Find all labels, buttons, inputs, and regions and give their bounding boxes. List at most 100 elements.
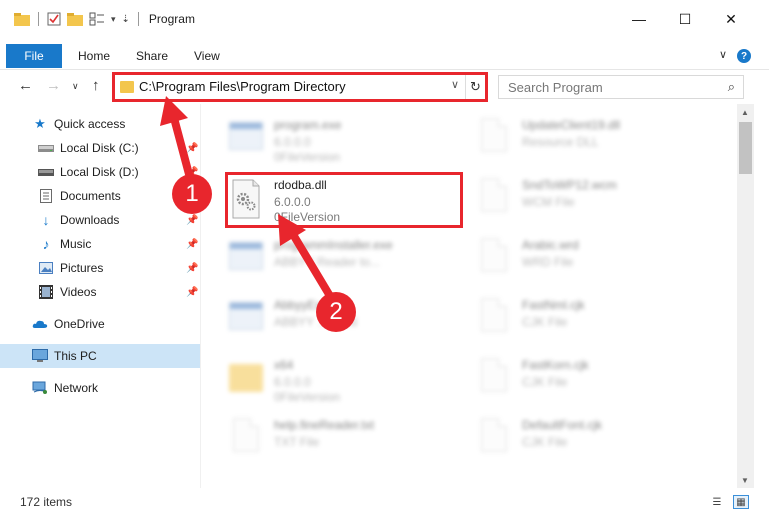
folder-icon xyxy=(229,358,263,400)
file-name: FastNml.cjk xyxy=(522,298,585,312)
file-description: Resource DLL xyxy=(522,135,599,149)
sidebar-item-this-pc[interactable]: This PC xyxy=(0,344,200,368)
window-title: Program xyxy=(148,12,195,26)
maximize-button[interactable]: ☐ xyxy=(662,0,708,38)
view-options-icon[interactable] xyxy=(89,12,105,26)
file-description: 0FileVersion xyxy=(274,210,341,224)
file-name: help.fineReader.txt xyxy=(274,418,375,432)
file-description: TXT File xyxy=(274,435,320,449)
file-name: UpdateClient19.dll xyxy=(522,118,621,132)
file-item[interactable]: FastKorn.cjk CJK File xyxy=(449,350,689,406)
videos-icon xyxy=(38,285,54,299)
sidebar-item-local-disk-c[interactable]: Local Disk (C:) 📌 xyxy=(0,136,200,160)
pin-icon[interactable]: 📌 xyxy=(186,215,198,226)
forward-arrow-icon[interactable]: → xyxy=(46,77,61,94)
ribbon-collapse-icon[interactable]: ∨ xyxy=(719,48,727,61)
pin-icon[interactable]: 📌 xyxy=(186,263,198,274)
file-item[interactable]: Arabic.wrd WRD File xyxy=(449,230,689,286)
pin-icon[interactable]: 📌 xyxy=(186,143,198,154)
file-item[interactable]: FastNml.cjk CJK File xyxy=(449,290,689,346)
file-item[interactable]: SndToWP12.wcm WCM File xyxy=(449,170,689,226)
tab-view[interactable]: View xyxy=(194,44,220,68)
exe-file-icon xyxy=(229,238,263,280)
file-icon xyxy=(477,118,511,160)
chevron-down-icon[interactable]: ∨ xyxy=(451,78,459,91)
close-icon: ✕ xyxy=(725,10,737,27)
file-item[interactable]: program.exe 6.0.0.0 0FileVersion xyxy=(201,110,441,166)
drive-icon xyxy=(38,141,54,155)
sidebar-item-music[interactable]: ♪ Music 📌 xyxy=(0,232,200,256)
sidebar-item-network[interactable]: Network xyxy=(0,376,200,400)
tab-share[interactable]: Share xyxy=(136,44,168,68)
search-input[interactable] xyxy=(508,77,718,97)
up-arrow-icon[interactable]: ↑ xyxy=(92,77,100,94)
back-arrow-icon[interactable]: ← xyxy=(18,77,33,94)
file-name: program.exe xyxy=(274,118,342,132)
address-path[interactable]: C:\Program Files\Program Directory xyxy=(139,79,346,94)
vertical-scrollbar[interactable]: ▲ ▼ xyxy=(737,104,754,488)
recent-locations-chevron-icon[interactable]: ∨ xyxy=(72,81,79,92)
tab-home[interactable]: Home xyxy=(78,44,110,68)
file-list: program.exe 6.0.0.0 0FileVersion rdodba.… xyxy=(201,104,737,488)
pin-icon[interactable]: 📌 xyxy=(186,287,198,298)
navigation-pane: ★ Quick access Local Disk (C:) 📌 Local D… xyxy=(0,104,200,488)
title-bar: ▾ ⇣ Program — ☐ ✕ xyxy=(0,0,769,38)
file-item[interactable]: DefaultFont.cjk CJK File xyxy=(449,410,689,466)
minimize-button[interactable]: — xyxy=(616,0,662,38)
sidebar-item-label: Local Disk (D:) xyxy=(60,165,139,179)
chevron-down-icon[interactable]: ▾ xyxy=(111,14,116,25)
file-description: CJK File xyxy=(522,315,568,329)
sidebar-item-label: Documents xyxy=(60,189,121,203)
file-name: FastKorn.cjk xyxy=(522,358,589,372)
scroll-down-icon[interactable]: ▼ xyxy=(741,476,749,485)
toolbar-separator xyxy=(38,12,39,26)
file-icon xyxy=(477,298,511,340)
network-icon xyxy=(32,381,48,395)
file-item[interactable]: UpdateClient19.dll Resource DLL xyxy=(449,110,689,166)
sidebar-item-downloads[interactable]: ↓ Downloads 📌 xyxy=(0,208,200,232)
download-icon: ↓ xyxy=(42,212,50,228)
file-name: x64 xyxy=(274,358,294,372)
address-bar[interactable]: C:\Program Files\Program Directory ∨ ↻ xyxy=(112,72,488,102)
file-item[interactable]: programmInstaller.exe ABBYY Reader to... xyxy=(201,230,441,286)
documents-icon xyxy=(38,189,54,203)
folder-item[interactable]: x64 6.0.0.0 0FileVersion xyxy=(201,350,441,406)
sidebar-item-pictures[interactable]: Pictures 📌 xyxy=(0,256,200,280)
ribbon: File Home Share View ∨ ? xyxy=(0,38,769,70)
file-name: SndToWP12.wcm xyxy=(522,178,617,192)
search-box[interactable]: ⌕ xyxy=(498,75,744,99)
file-name: rdodba.dll xyxy=(274,178,327,192)
new-folder-icon[interactable] xyxy=(67,12,83,26)
help-icon[interactable]: ? xyxy=(737,49,751,63)
file-icon xyxy=(477,358,511,400)
folder-icon xyxy=(120,81,134,93)
close-button[interactable]: ✕ xyxy=(708,0,754,38)
file-description: CJK File xyxy=(522,375,568,389)
maximize-icon: ☐ xyxy=(678,10,692,27)
tab-file[interactable]: File xyxy=(6,44,62,68)
search-icon[interactable]: ⌕ xyxy=(728,79,735,95)
sidebar-item-quick-access[interactable]: ★ Quick access xyxy=(0,112,200,136)
status-bar: 172 items ☰ ▦ xyxy=(0,488,769,522)
pin-icon[interactable]: 📌 xyxy=(186,239,198,250)
drive-icon xyxy=(38,165,54,179)
file-name: Arabic.wrd xyxy=(522,238,579,252)
file-version: 6.0.0.0 xyxy=(274,375,311,389)
folder-icon xyxy=(14,13,30,26)
star-icon: ★ xyxy=(34,116,46,131)
sidebar-item-label: Local Disk (C:) xyxy=(60,141,139,155)
refresh-icon[interactable]: ↻ xyxy=(465,75,485,99)
large-icons-view-icon[interactable]: ▦ xyxy=(733,495,749,509)
computer-icon xyxy=(32,349,48,363)
properties-icon[interactable] xyxy=(47,12,61,26)
details-view-icon[interactable]: ☰ xyxy=(709,495,725,509)
sidebar-item-documents[interactable]: Documents 📌 xyxy=(0,184,200,208)
file-item[interactable]: help.fineReader.txt TXT File xyxy=(201,410,441,466)
sidebar-item-local-disk-d[interactable]: Local Disk (D:) 📌 xyxy=(0,160,200,184)
scroll-up-icon[interactable]: ▲ xyxy=(741,108,749,117)
file-item-rdodba-dll[interactable]: rdodba.dll 6.0.0.0 0FileVersion xyxy=(201,170,441,226)
scrollbar-thumb[interactable] xyxy=(739,122,752,174)
sidebar-item-videos[interactable]: Videos 📌 xyxy=(0,280,200,304)
sidebar-item-onedrive[interactable]: OneDrive xyxy=(0,312,200,336)
customize-toolbar-icon[interactable]: ⇣ xyxy=(122,14,130,25)
